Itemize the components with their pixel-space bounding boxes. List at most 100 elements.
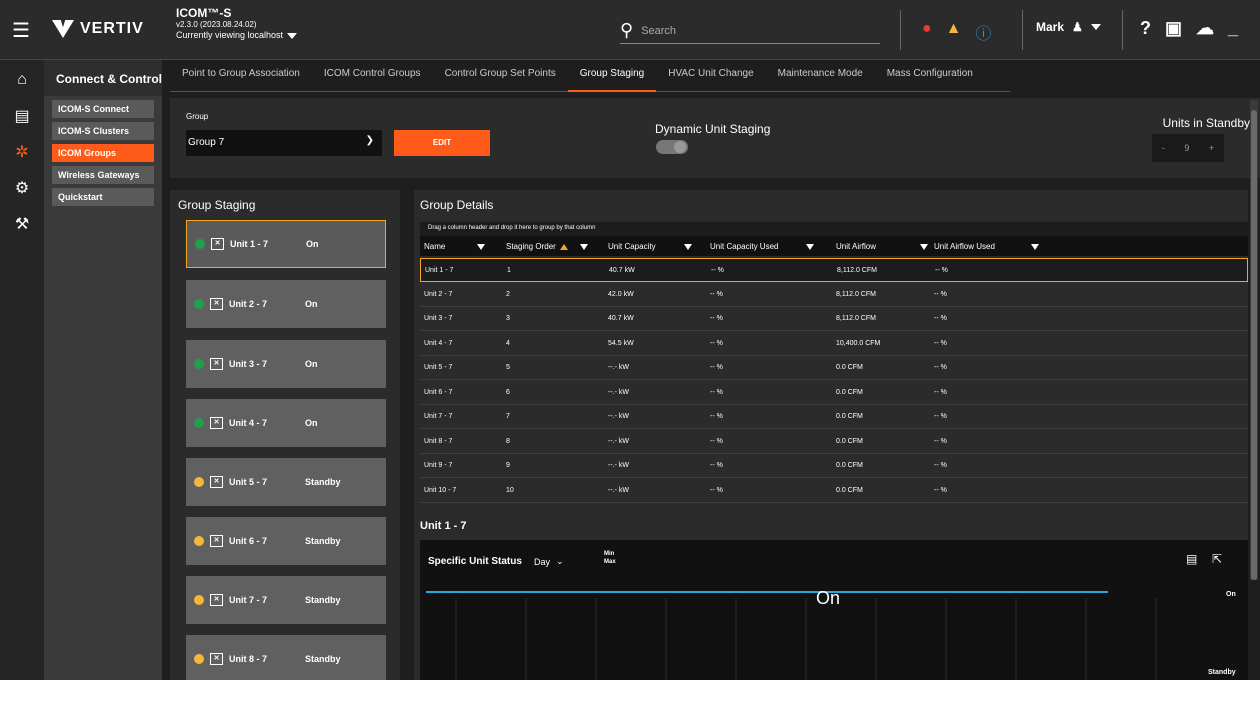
cell-airflow-used: -- % bbox=[935, 267, 948, 274]
filter-icon[interactable] bbox=[920, 243, 929, 250]
unit-card-name: Unit 2 - 7 bbox=[229, 299, 268, 309]
app-title: ICOM™-S bbox=[176, 6, 232, 20]
filter-icon[interactable] bbox=[683, 243, 692, 250]
app-version: v2.3.0 (2023.08.24.02) bbox=[176, 20, 257, 29]
page-scrollbar[interactable] bbox=[1250, 100, 1258, 580]
table-row[interactable]: Unit 9 - 7 9 --.- kW -- % 0.0 CFM -- % bbox=[420, 454, 1248, 478]
folder-icon[interactable]: ▣ bbox=[1165, 18, 1182, 39]
tab-point-to-group-association[interactable]: Point to Group Association bbox=[170, 60, 312, 92]
cell-name: Unit 2 - 7 bbox=[424, 290, 453, 298]
group-staging-title: Group Staging bbox=[178, 198, 256, 212]
table-row[interactable]: Unit 6 - 7 6 --.- kW -- % 0.0 CFM -- % bbox=[420, 381, 1248, 405]
unit-card[interactable]: ✕ Unit 7 - 7 Standby bbox=[186, 576, 386, 624]
cell-name: Unit 8 - 7 bbox=[424, 437, 453, 445]
critical-alert-icon[interactable]: ● bbox=[922, 20, 932, 44]
dynamic-staging-toggle[interactable] bbox=[656, 140, 688, 154]
unit-icon: ✕ bbox=[210, 358, 223, 370]
tab-mass-configuration[interactable]: Mass Configuration bbox=[875, 60, 985, 92]
user-menu[interactable]: Mark ♟ bbox=[1036, 20, 1101, 34]
hamburger-menu-icon[interactable]: ☰ bbox=[12, 18, 30, 43]
bottom-blank-area bbox=[0, 680, 1260, 709]
tab-icom-control-groups[interactable]: ICOM Control Groups bbox=[312, 60, 433, 92]
unit-card-status: On bbox=[305, 359, 318, 369]
viewing-host-selector[interactable]: Currently viewing localhost bbox=[176, 30, 298, 41]
info-alert-icon[interactable]: ⓘ bbox=[976, 20, 992, 44]
sidenav-item-icom-s-clusters[interactable]: ICOM-S Clusters bbox=[52, 122, 154, 140]
table-row[interactable]: Unit 4 - 7 4 54.5 kW -- % 10,400.0 CFM -- % bbox=[420, 332, 1248, 356]
column-header-unit-capacity-used[interactable]: Unit Capacity Used bbox=[710, 242, 815, 251]
unit-card-name: Unit 4 - 7 bbox=[229, 418, 268, 428]
user-icon: ♟ bbox=[1072, 20, 1083, 34]
search-icon: ⚲ bbox=[620, 20, 634, 40]
cell-name: Unit 3 - 7 bbox=[424, 315, 453, 322]
sidenav-item-icom-groups[interactable]: ICOM Groups bbox=[52, 144, 154, 162]
tab-hvac-unit-change[interactable]: HVAC Unit Change bbox=[656, 60, 765, 92]
cell-unit-airflow: 0.0 CFM bbox=[836, 413, 863, 420]
tab-group-staging[interactable]: Group Staging bbox=[567, 60, 657, 92]
cell-staging-order: 1 bbox=[507, 267, 511, 274]
unit-card[interactable]: ✕ Unit 1 - 7 On bbox=[186, 220, 386, 268]
warning-alert-icon[interactable]: ▲ bbox=[946, 20, 962, 44]
unit-status-chart: Specific Unit Status Day ⌄ Min Max ▤ ⇱ On … bbox=[420, 540, 1248, 680]
home-icon[interactable]: ⌂ bbox=[0, 62, 44, 98]
column-header-staging-order[interactable]: Staging Order bbox=[506, 242, 588, 251]
unit-card[interactable]: ✕ Unit 3 - 7 On bbox=[186, 340, 386, 388]
cell-airflow-used: -- % bbox=[934, 315, 947, 322]
scrollbar-thumb[interactable] bbox=[1251, 110, 1257, 580]
wrench-icon[interactable]: ⚒ bbox=[0, 206, 44, 242]
sidenav-item-quickstart[interactable]: Quickstart bbox=[52, 188, 154, 206]
column-header-unit-airflow-used[interactable]: Unit Airflow Used bbox=[934, 242, 1039, 251]
filter-icon[interactable] bbox=[806, 243, 815, 250]
increment-button[interactable]: + bbox=[1209, 143, 1214, 153]
cell-unit-capacity: --.- kW bbox=[608, 388, 629, 396]
unit-card[interactable]: ✕ Unit 2 - 7 On bbox=[186, 280, 386, 328]
filter-icon[interactable] bbox=[1030, 243, 1039, 250]
app-title-block: ICOM™-S v2.3.0 (2023.08.24.02) Currently… bbox=[176, 6, 298, 41]
table-row[interactable]: Unit 2 - 7 2 42.0 kW -- % 8,112.0 CFM -- % bbox=[420, 283, 1248, 307]
column-header-unit-airflow[interactable]: Unit Airflow bbox=[836, 242, 929, 251]
cell-capacity-used: -- % bbox=[710, 315, 723, 322]
help-icon[interactable]: ? bbox=[1140, 18, 1151, 39]
sidenav-item-wireless-gateways[interactable]: Wireless Gateways bbox=[52, 166, 154, 184]
table-row[interactable]: Unit 5 - 7 5 --.- kW -- % 0.0 CFM -- % bbox=[420, 356, 1248, 380]
search-field[interactable]: ⚲ Search bbox=[620, 18, 880, 44]
brand-name: VERTIV bbox=[80, 20, 144, 37]
tab-control-group-set-points[interactable]: Control Group Set Points bbox=[433, 60, 568, 92]
cell-unit-capacity: 40.7 kW bbox=[609, 267, 635, 274]
units-in-standby-stepper[interactable]: - 9 + bbox=[1152, 134, 1224, 162]
filter-icon[interactable] bbox=[477, 243, 486, 250]
filter-icon[interactable] bbox=[579, 243, 588, 250]
header-actions: ? ▣ ☁ _ bbox=[1140, 18, 1238, 39]
unit-icon: ✕ bbox=[210, 476, 223, 488]
settings-gear-icon[interactable]: ⚙ bbox=[0, 170, 44, 206]
table-row[interactable]: Unit 3 - 7 3 40.7 kW -- % 8,112.0 CFM -- % bbox=[420, 307, 1248, 331]
unit-card[interactable]: ✕ Unit 6 - 7 Standby bbox=[186, 517, 386, 565]
table-row[interactable]: Unit 1 - 7 1 40.7 kW -- % 8,112.0 CFM -- % bbox=[420, 258, 1248, 282]
edit-button[interactable]: EDIT bbox=[394, 130, 490, 156]
unit-card[interactable]: ✕ Unit 5 - 7 Standby bbox=[186, 458, 386, 506]
group-drop-zone[interactable]: Drag a column header and drop it here to… bbox=[420, 222, 1248, 236]
unit-card[interactable]: ✕ Unit 8 - 7 Standby bbox=[186, 635, 386, 683]
connect-control-icon[interactable]: ✲ bbox=[0, 134, 44, 170]
units-in-standby-label: Units in Standby bbox=[1162, 116, 1250, 130]
cell-name: Unit 1 - 7 bbox=[425, 267, 454, 274]
cell-airflow-used: -- % bbox=[934, 413, 947, 420]
cloud-upload-icon[interactable]: ☁ bbox=[1196, 18, 1214, 39]
unit-card[interactable]: ✕ Unit 4 - 7 On bbox=[186, 399, 386, 447]
sidenav-item-icom-s-connect[interactable]: ICOM-S Connect bbox=[52, 100, 154, 118]
table-row[interactable]: Unit 10 - 7 10 --.- kW -- % 0.0 CFM -- % bbox=[420, 479, 1248, 503]
cell-unit-airflow: 0.0 CFM bbox=[836, 388, 863, 396]
column-header-unit-capacity[interactable]: Unit Capacity bbox=[608, 242, 692, 251]
table-row[interactable]: Unit 7 - 7 7 --.- kW -- % 0.0 CFM -- % bbox=[420, 405, 1248, 429]
status-on-text: On bbox=[816, 588, 840, 608]
table-row[interactable]: Unit 8 - 7 8 --.- kW -- % 0.0 CFM -- % bbox=[420, 430, 1248, 454]
top-bar: ☰ VERTIV ICOM™-S v2.3.0 (2023.08.24.02) … bbox=[0, 0, 1260, 60]
tab-maintenance-mode[interactable]: Maintenance Mode bbox=[766, 60, 875, 92]
reports-icon[interactable]: ▤ bbox=[0, 98, 44, 134]
group-select[interactable]: Group 7 ❯ bbox=[186, 130, 382, 156]
column-header-name[interactable]: Name bbox=[424, 242, 486, 251]
cell-unit-airflow: 0.0 CFM bbox=[836, 486, 863, 494]
cell-airflow-used: -- % bbox=[934, 364, 947, 371]
decrement-button[interactable]: - bbox=[1162, 143, 1165, 153]
minimize-icon[interactable]: _ bbox=[1228, 18, 1238, 39]
